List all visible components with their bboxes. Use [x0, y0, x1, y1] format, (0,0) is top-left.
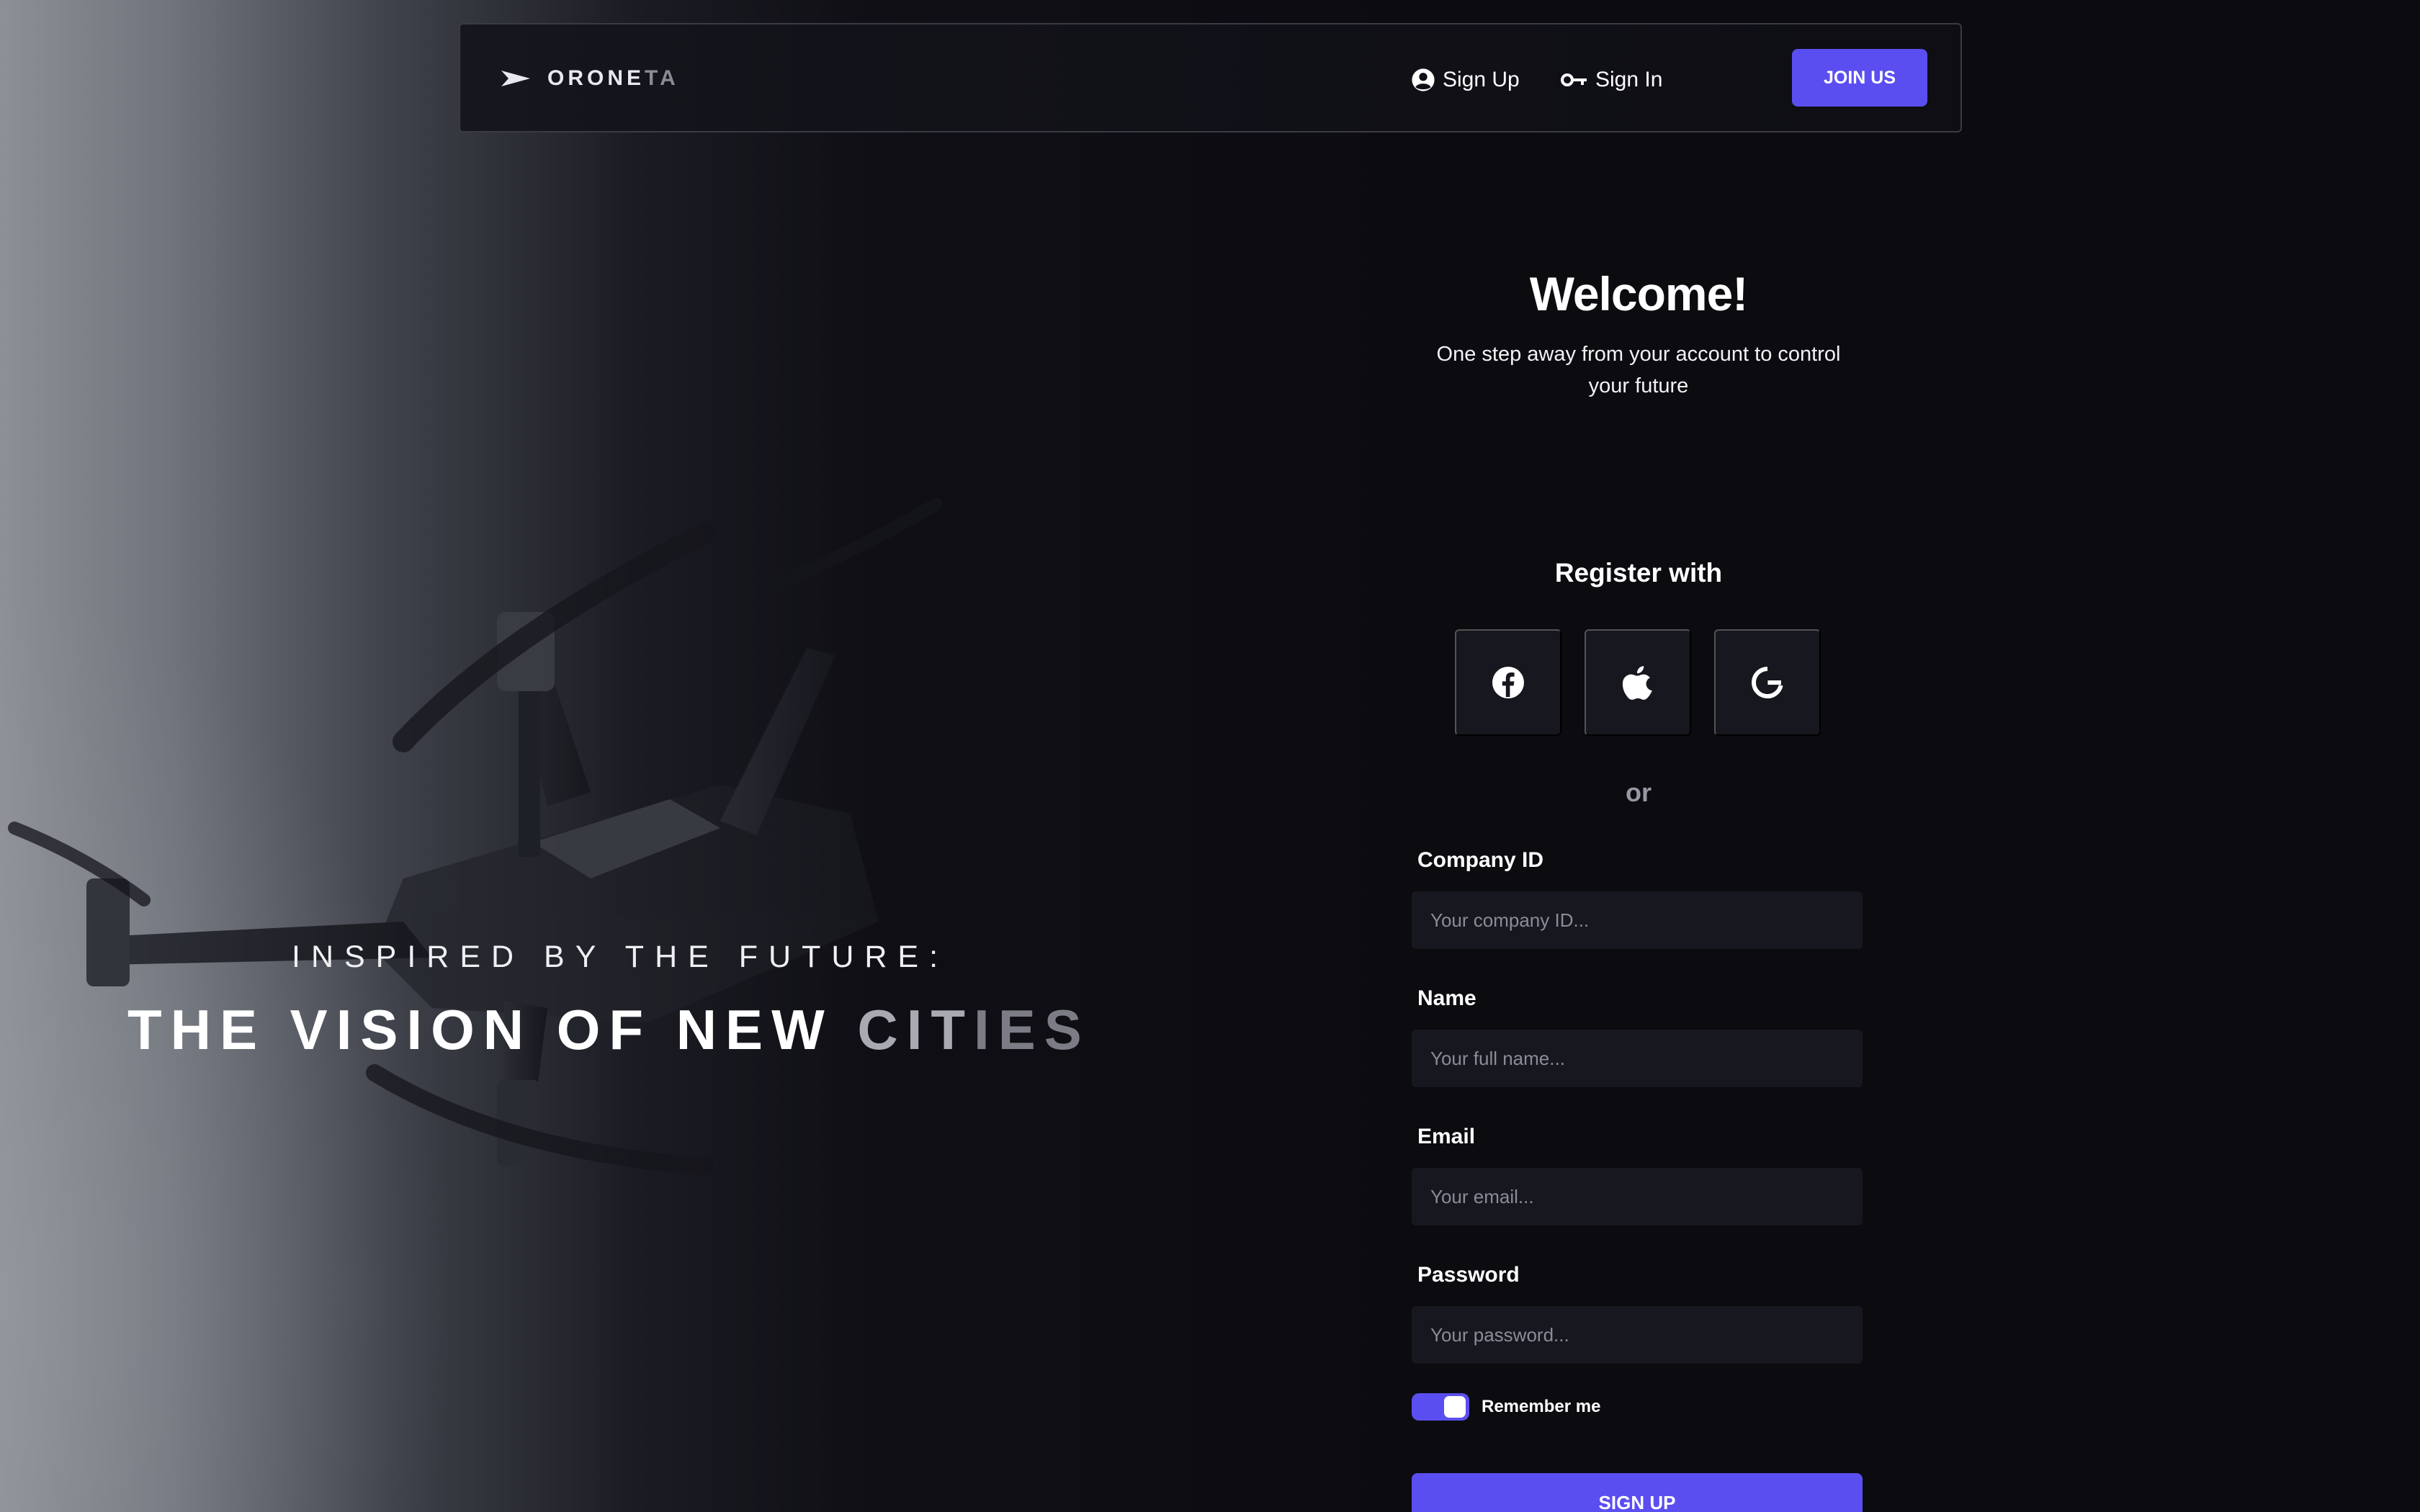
company-id-label: Company ID — [1417, 848, 1544, 872]
company-id-input[interactable] — [1412, 891, 1863, 949]
sign-up-submit-button[interactable]: SIGN UP — [1412, 1473, 1863, 1512]
brand-logo[interactable]: ORONETA — [500, 60, 679, 96]
name-input[interactable] — [1412, 1030, 1863, 1087]
hero-title: THE VISION OF NEW CITIES — [127, 998, 1090, 1061]
page: ORONETA Sign Up Sign In JOIN US INSPIRED… — [0, 0, 2420, 1512]
plane-logo-icon — [501, 71, 530, 86]
toggle-knob — [1444, 1396, 1466, 1418]
brand-name: ORONETA — [547, 66, 679, 90]
remember-me-label: Remember me — [1482, 1397, 1601, 1416]
email-label: Email — [1417, 1125, 1476, 1148]
drone-image — [8, 498, 943, 1175]
facebook-icon — [1492, 667, 1524, 698]
password-label: Password — [1417, 1263, 1520, 1287]
email-input[interactable] — [1412, 1168, 1863, 1225]
google-icon — [1752, 666, 1783, 698]
hero-eyebrow: INSPIRED BY THE FUTURE: — [292, 940, 949, 974]
remember-me-toggle[interactable] — [1412, 1393, 1469, 1421]
or-divider: or — [1626, 778, 1652, 807]
signup-panel: Welcome! One step away from your account… — [1412, 0, 1865, 1512]
facebook-register-button[interactable] — [1455, 629, 1561, 736]
apple-register-button[interactable] — [1585, 629, 1691, 736]
welcome-subtitle: One step away from your account to contr… — [1436, 343, 1841, 397]
register-with-heading: Register with — [1554, 558, 1723, 588]
password-input[interactable] — [1412, 1306, 1863, 1364]
google-register-button[interactable] — [1714, 629, 1821, 736]
apple-icon — [1622, 666, 1652, 700]
welcome-heading: Welcome! — [1529, 267, 1749, 320]
name-label: Name — [1417, 986, 1476, 1010]
